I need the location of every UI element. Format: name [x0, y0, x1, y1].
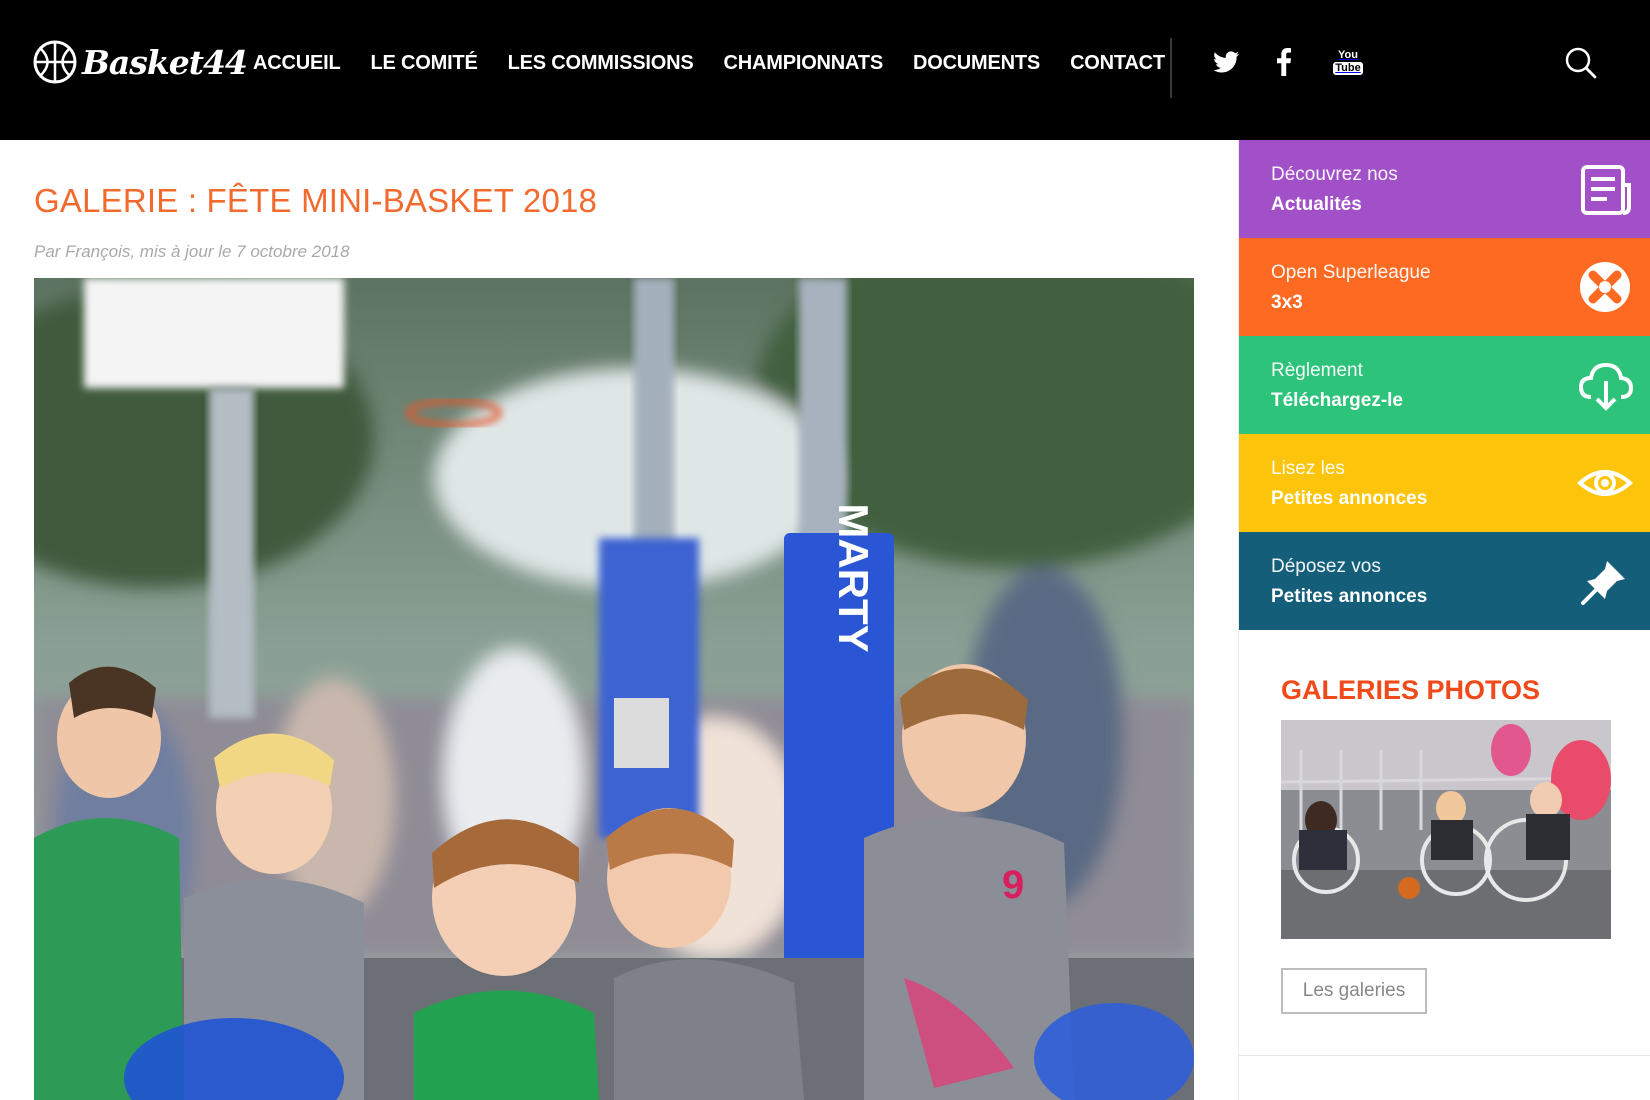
- basketball-logo-icon: [33, 40, 77, 84]
- logo-wordmark: Basket44: [82, 42, 248, 82]
- sidebar: Découvrez nos Actualités Open Superleagu…: [1238, 140, 1650, 1100]
- article-byline: Par François, mis à jour le 7 octobre 20…: [34, 242, 350, 261]
- svg-text:9: 9: [1002, 863, 1024, 907]
- nav-item-championnats[interactable]: CHAMPIONNATS: [724, 52, 884, 75]
- hero-photo-illustration: MARTY 9: [34, 278, 1194, 1100]
- facebook-link[interactable]: [1273, 44, 1295, 80]
- twitter-icon: [1214, 51, 1239, 73]
- tile-open-superleague[interactable]: Open Superleague 3x3: [1239, 238, 1650, 336]
- facebook-icon: [1277, 48, 1291, 76]
- site-logo[interactable]: Basket44: [32, 36, 248, 88]
- youtube-icon-text-top: You: [1338, 48, 1358, 61]
- nav-divider: [1170, 38, 1172, 98]
- nav-item-les-commissions[interactable]: LES COMMISSIONS: [508, 52, 694, 75]
- galleries-title: GALERIES PHOTOS: [1281, 675, 1541, 705]
- twitter-link[interactable]: [1212, 44, 1242, 80]
- 3x3-logo-icon: [1580, 262, 1630, 312]
- article-hero-photo[interactable]: MARTY 9: [34, 278, 1194, 1100]
- galleries-button[interactable]: Les galeries: [1281, 968, 1427, 1014]
- nav-item-contact[interactable]: CONTACT: [1070, 52, 1165, 75]
- newspaper-icon: [1581, 165, 1631, 215]
- gallery-thumbnail[interactable]: [1281, 720, 1611, 939]
- pin-icon: [1581, 561, 1625, 605]
- gallery-thumbnail-photo: [1281, 720, 1611, 939]
- sidebar-divider: [1239, 1055, 1650, 1056]
- youtube-icon: You Tube: [1333, 48, 1363, 75]
- youtube-icon-text-bottom: Tube: [1333, 61, 1363, 75]
- tile-reglement[interactable]: Règlement Téléchargez-le: [1239, 336, 1650, 434]
- main-menu: ACCUEIL LE COMITÉ LES COMMISSIONS CHAMPI…: [253, 52, 1195, 75]
- nav-item-accueil[interactable]: ACCUEIL: [253, 52, 341, 75]
- nav-item-documents[interactable]: DOCUMENTS: [913, 52, 1040, 75]
- top-navigation-bar: Basket44 ACCUEIL LE COMITÉ LES COMMISSIO…: [0, 0, 1650, 140]
- search-button[interactable]: [1564, 46, 1598, 80]
- svg-text:MARTY: MARTY: [830, 503, 877, 652]
- cloud-download-icon: [1578, 362, 1633, 411]
- article-title: GALERIE : FÊTE MINI-BASKET 2018: [34, 182, 598, 219]
- tile-actualites[interactable]: Découvrez nos Actualités: [1239, 140, 1650, 238]
- search-icon: [1565, 47, 1597, 79]
- tile-lire-annonces[interactable]: Lisez les Petites annonces: [1239, 434, 1650, 532]
- nav-item-le-comite[interactable]: LE COMITÉ: [371, 52, 478, 75]
- tile-deposer-annonces[interactable]: Déposez vos Petites annonces: [1239, 532, 1650, 630]
- eye-icon: [1577, 470, 1633, 496]
- youtube-link[interactable]: You Tube: [1333, 44, 1363, 80]
